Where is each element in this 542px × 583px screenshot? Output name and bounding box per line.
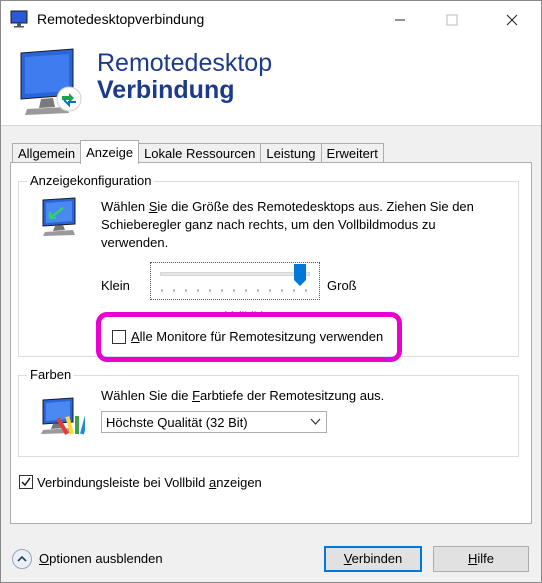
connect-button[interactable]: Verbinden [324,546,422,572]
close-button[interactable] [489,1,535,39]
title-bar: Remotedesktopverbindung [1,1,541,39]
display-description-pre: Wählen [101,199,149,214]
options-toggle-label[interactable]: Optionen ausblenden [39,551,163,566]
slider-thumb[interactable] [294,264,306,286]
options-toggle-button[interactable] [12,549,32,569]
window-title: Remotedesktopverbindung [37,11,205,27]
colors-description-pre: Wählen Sie die [101,388,193,403]
all-monitors-rest: lle Monitore für Remotesitzung verwenden [139,329,384,344]
help-rest: ilfe [477,551,494,566]
tab-leistung[interactable]: Leistung [260,143,322,164]
help-key: H [467,551,478,566]
annotation-highlight: Alle Monitore für Remotesitzung verwende… [96,312,402,362]
tab-erweitert[interactable]: Erweitert [320,143,384,164]
connection-bar-checkbox[interactable] [19,475,33,489]
connect-key: V [343,551,352,566]
slider-ticks [161,289,307,292]
maximize-button[interactable] [429,1,475,39]
display-description-post: ie die Größe des Remotedesktops aus. Zie… [101,199,474,250]
all-monitors-label[interactable]: Alle Monitore für Remotesitzung verwende… [131,329,383,344]
chevron-up-icon [17,555,27,562]
all-monitors-key: A [131,329,140,344]
color-depth-value: Höchste Qualität (32 Bit) [106,415,248,430]
rdp-window: Remotedesktopverbindung Remotedesktop Ve… [0,0,542,583]
display-config-legend: Anzeigekonfiguration [27,173,155,188]
help-button[interactable]: Hilfe [433,546,529,572]
maximize-icon [446,14,458,26]
minimize-button[interactable] [377,1,423,39]
display-config-group: Anzeigekonfiguration Wählen Sie die Größ… [18,173,519,362]
monitor-resize-icon [42,197,76,236]
display-size-slider[interactable] [150,262,320,300]
slider-label-large: Groß [327,278,357,293]
slider-label-small: Klein [101,278,130,293]
connection-bar-label-post: nzeigen [216,475,262,490]
banner-title-line1: Remotedesktop [97,49,273,77]
tab-lokale-ressourcen[interactable]: Lokale Ressourcen [138,143,262,164]
options-key: O [39,551,50,566]
color-depth-icon [41,397,85,435]
banner-title-line2: Verbindung [97,76,235,104]
colors-description-post: arbtiefe der Remotesitzung aus. [200,388,385,403]
all-monitors-checkbox[interactable] [112,330,126,344]
tab-allgemein[interactable]: Allgemein [12,143,82,164]
colors-legend: Farben [27,367,75,382]
remote-desktop-icon [10,10,28,28]
options-rest: ptionen ausblenden [49,551,163,566]
connect-rest: erbinden [351,551,403,566]
colors-group: Farben Wählen Sie die Farbtiefe der Remo… [18,367,519,457]
connection-bar-label[interactable]: Verbindungsleiste bei Vollbild anzeigen [37,475,262,490]
slider-track [160,272,310,276]
display-description: Wählen Sie die Größe des Remotedesktops … [101,198,501,252]
colors-description: Wählen Sie die Farbtiefe der Remotesitzu… [101,388,384,403]
tab-strip: Allgemein Anzeige Lokale Ressourcen Leis… [12,140,384,164]
header-banner: Remotedesktop Verbindung [1,39,541,126]
minimize-icon [395,19,405,21]
tab-panel-anzeige: Anzeigekonfiguration Wählen Sie die Größ… [10,162,532,524]
color-depth-select[interactable]: Höchste Qualität (32 Bit) [101,411,327,433]
tab-anzeige[interactable]: Anzeige [80,140,140,164]
colors-description-key: F [192,388,201,403]
connection-bar-label-pre: Verbindungsleiste bei Vollbild [37,475,210,490]
remote-desktop-logo-icon [20,48,82,115]
close-icon [506,14,518,26]
chevron-down-icon [310,418,321,425]
checkmark-icon [21,477,31,487]
